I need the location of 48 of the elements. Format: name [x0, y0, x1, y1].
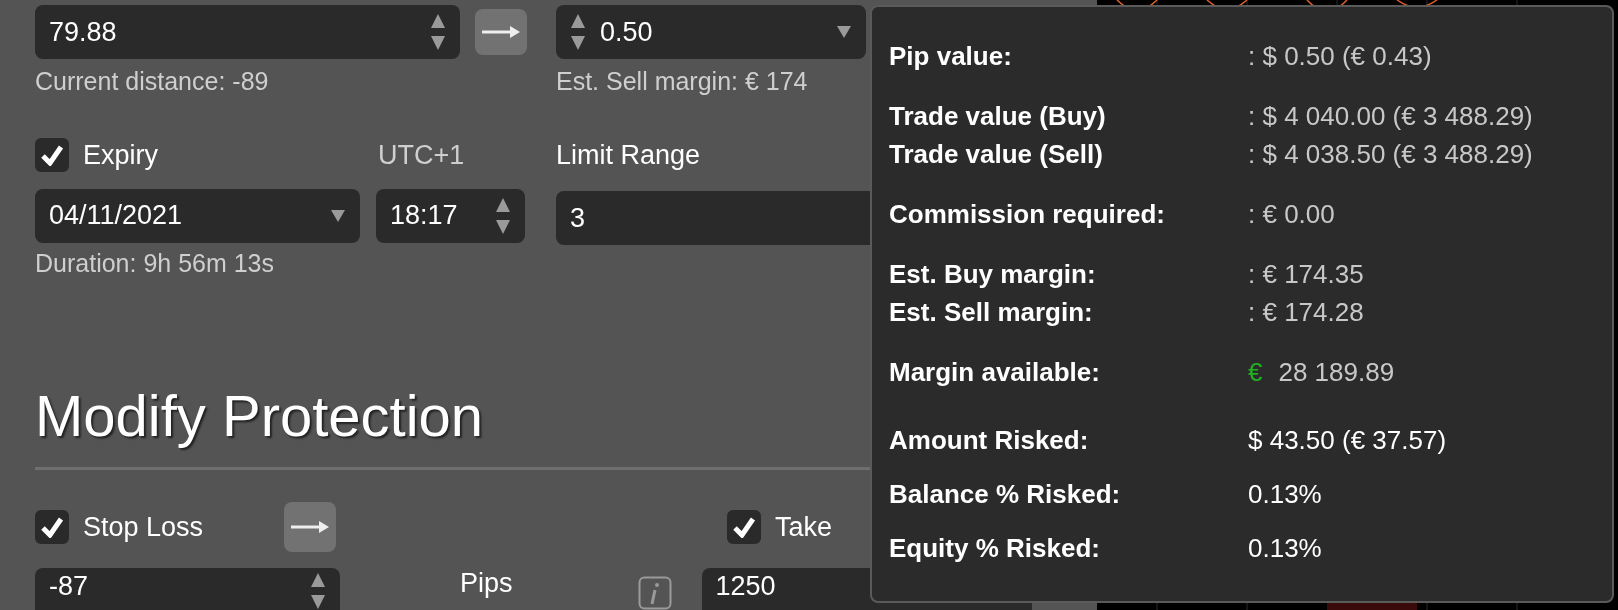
pips-label: Pips: [460, 568, 513, 599]
info-label: Est. Sell margin:: [889, 296, 1094, 328]
info-value: : € 174.35: [1248, 258, 1364, 290]
info-value: 0.13%: [1248, 478, 1322, 510]
price-field[interactable]: 79.88: [35, 5, 460, 59]
amount-select[interactable]: 0.50: [556, 5, 866, 59]
arrow-icon: [291, 520, 329, 534]
stop-loss-field[interactable]: -87: [35, 568, 340, 610]
checkbox[interactable]: [727, 510, 761, 544]
info-value: $ 43.50 (€ 37.57): [1248, 424, 1447, 456]
info-label: Amount Risked:: [889, 424, 1090, 456]
info-value: 0.13%: [1248, 532, 1322, 564]
checkbox[interactable]: [35, 138, 69, 172]
take-profit-label: Take: [775, 511, 833, 543]
info-value: : $ 0.50 (€ 0.43): [1248, 40, 1432, 72]
stop-loss-label: Stop Loss: [83, 511, 204, 543]
apply-button[interactable]: [475, 9, 527, 55]
apply-button[interactable]: [284, 502, 336, 552]
spinner-icon[interactable]: [570, 12, 586, 52]
limit-range-label: Limit Range: [556, 139, 701, 171]
info-label: Est. Buy margin:: [889, 258, 1097, 290]
info-label: Trade value (Sell): [889, 138, 1104, 170]
margin-text: Est. Sell margin: € 174: [556, 66, 808, 97]
info-label: Margin available:: [889, 356, 1101, 388]
date-select[interactable]: 04/11/2021: [35, 188, 360, 243]
checkbox[interactable]: [35, 510, 69, 544]
caret-icon: [836, 25, 852, 39]
timezone-label: UTC+1: [378, 139, 465, 170]
info-value: : $ 4 040.00 (€ 3 488.29): [1248, 100, 1533, 132]
info-label: Commission required:: [889, 198, 1166, 230]
info-label: Balance % Risked:: [889, 478, 1122, 510]
spinner-icon[interactable]: [310, 571, 326, 610]
info-label: Pip value:: [889, 40, 1013, 72]
caret-icon: [330, 208, 346, 223]
info-value: : $ 4 038.50 (€ 3 488.29): [1248, 138, 1533, 170]
info-icon[interactable]: [637, 576, 672, 610]
info-value: : € 0.00: [1248, 198, 1335, 230]
expiry-label: Expiry: [83, 139, 158, 171]
margin-value: € 28 189.89: [1248, 356, 1395, 388]
distance-text: Current distance: -89: [35, 66, 270, 97]
time-field[interactable]: 18:17: [376, 188, 525, 243]
spinner-icon[interactable]: [430, 12, 446, 52]
section-title: Modify Protection: [35, 382, 484, 450]
info-label: Equity % Risked:: [889, 532, 1101, 564]
arrow-icon: [482, 25, 520, 39]
info-label: Trade value (Buy): [889, 100, 1107, 132]
info-value: : € 174.28: [1248, 296, 1364, 328]
duration-text: Duration: 9h 56m 13s: [35, 248, 275, 279]
